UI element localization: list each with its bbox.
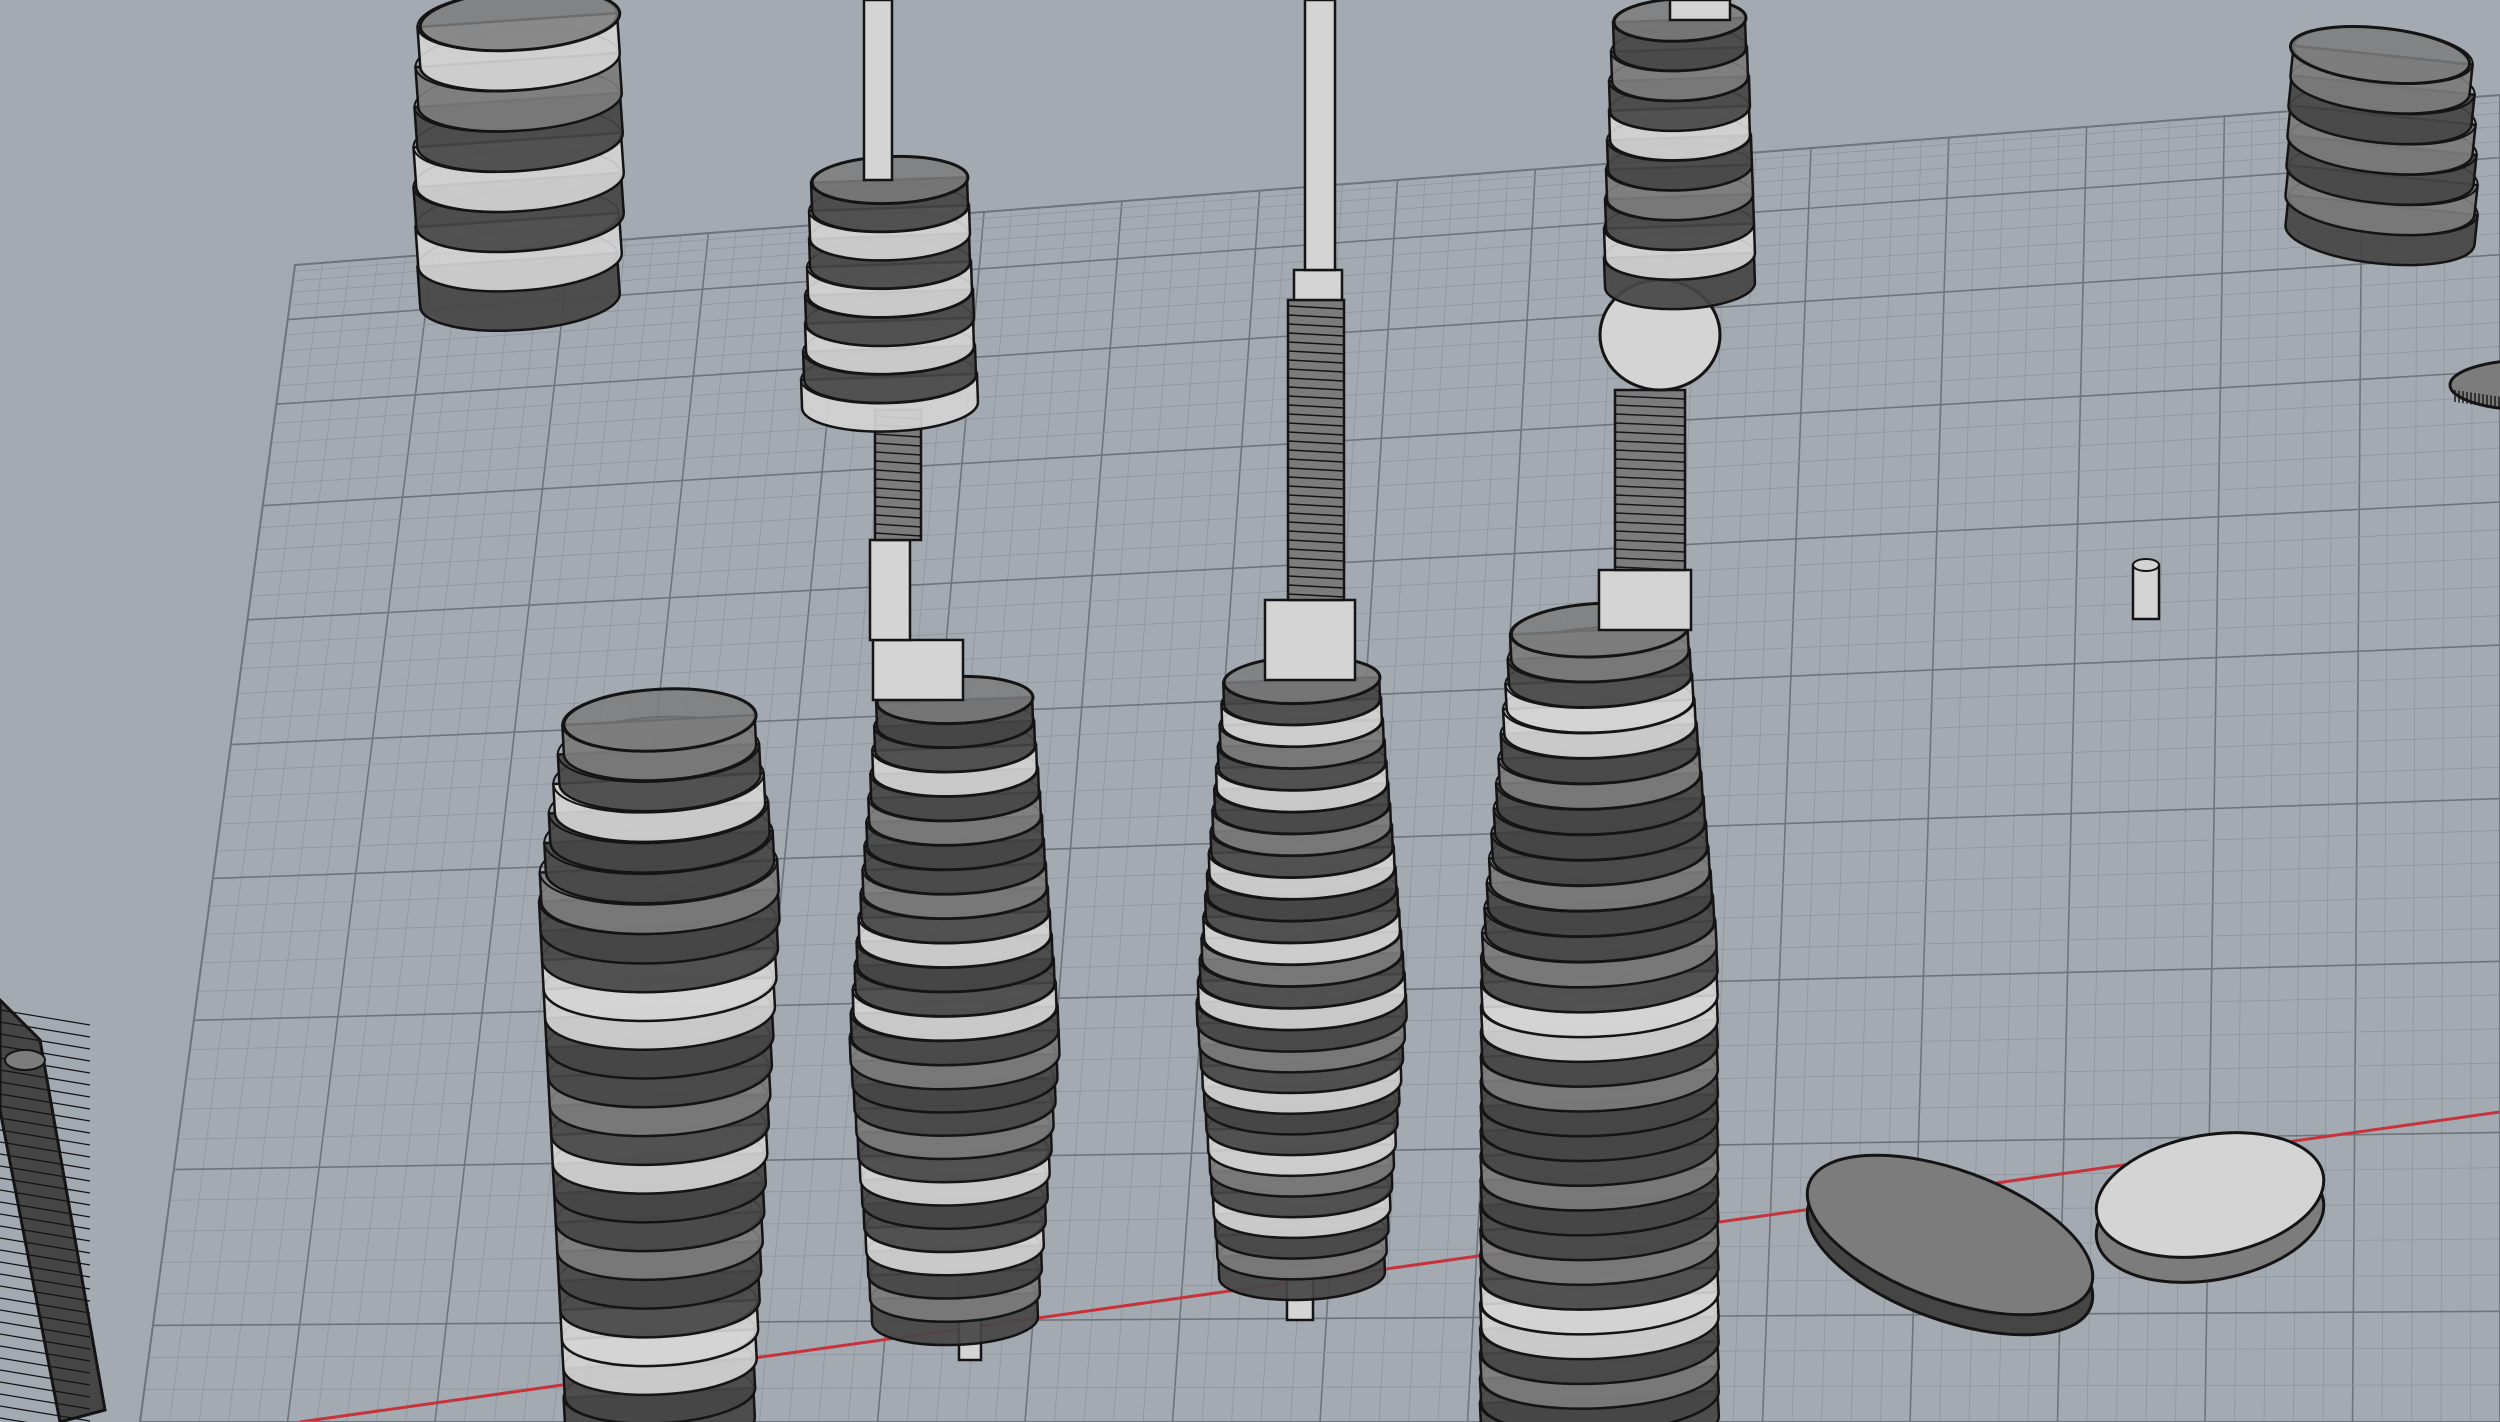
perspective-viewport[interactable] bbox=[0, 0, 2500, 1422]
rod bbox=[1303, 0, 1337, 272]
rod bbox=[1292, 268, 1344, 302]
small-pin bbox=[2131, 558, 2161, 621]
rod bbox=[871, 638, 965, 702]
floating-ring-group-top-right bbox=[2284, 25, 2479, 267]
floating-ring-group-top-left bbox=[412, 0, 626, 332]
upper-ring-cluster bbox=[1602, 0, 1757, 311]
rod bbox=[1263, 598, 1357, 682]
rod bbox=[1597, 568, 1693, 632]
spindle-collar bbox=[4, 1049, 46, 1071]
pin-top bbox=[2132, 558, 2160, 572]
viewport-scene[interactable] bbox=[0, 0, 2500, 1422]
rod bbox=[868, 538, 912, 642]
upper-ring-cluster bbox=[799, 154, 980, 433]
rod bbox=[862, 0, 894, 182]
tall-ribbed-stack-left bbox=[537, 687, 781, 1422]
rod bbox=[1668, 0, 1732, 22]
pin-body bbox=[2131, 563, 2161, 621]
